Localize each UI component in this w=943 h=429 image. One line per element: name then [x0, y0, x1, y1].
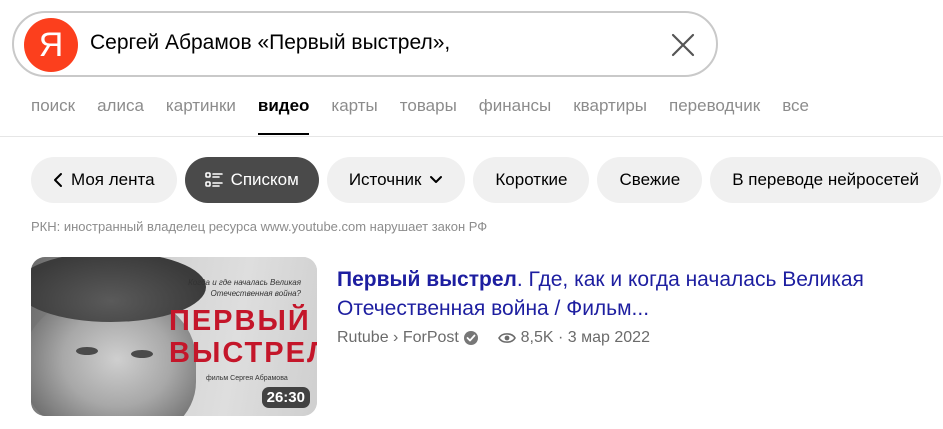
tab-video[interactable]: видео [257, 96, 309, 136]
fresh-chip[interactable]: Свежие [597, 157, 703, 203]
fresh-label: Свежие [619, 170, 681, 189]
tab-search[interactable]: поиск [31, 96, 75, 136]
my-feed-label: Моя лента [71, 170, 155, 189]
my-feed-chip[interactable]: Моя лента [31, 157, 177, 203]
short-chip[interactable]: Короткие [473, 157, 590, 203]
view-count: 8,5K [520, 329, 554, 346]
duration-badge: 26:30 [261, 387, 310, 408]
tabs-divider [0, 136, 943, 137]
tab-maps[interactable]: карты [331, 96, 377, 136]
video-meta: Rutube › ForPost 8,5K · 3 мар 2022 [337, 329, 650, 347]
search-bar[interactable]: Я Сергей Абрамов «Первый выстрел», [12, 11, 718, 77]
tab-realty[interactable]: квартиры [573, 96, 647, 136]
video-title-link[interactable]: Первый выстрел. Где, как и когда началас… [337, 265, 897, 323]
list-icon [204, 172, 223, 187]
tab-alice[interactable]: алиса [97, 96, 144, 136]
yandex-logo[interactable]: Я [24, 18, 78, 72]
search-input[interactable]: Сергей Абрамов «Первый выстрел», [90, 31, 450, 55]
source-chip[interactable]: Источник [326, 157, 466, 203]
eye-icon [498, 333, 517, 343]
source-label: Источник [348, 170, 422, 189]
list-view-label: Списком [230, 170, 299, 189]
thumbnail-title: ПЕРВЫЙ ВЫСТРЕЛ [169, 305, 317, 369]
translated-label: В переводе нейросетей [732, 170, 920, 189]
chevron-left-icon [54, 173, 62, 187]
thumbnail-credit: фильм Сергея Абрамова [206, 375, 288, 382]
verified-icon [464, 331, 479, 345]
tab-products[interactable]: товары [400, 96, 457, 136]
filter-chips: Моя лента Списком Источник Короткие Свеж… [31, 157, 943, 203]
portrait-eye [131, 350, 153, 358]
tab-all[interactable]: все [782, 96, 809, 136]
thumbnail-subtitle: Когда и где началась Великая Отечественн… [188, 278, 301, 298]
list-view-chip[interactable]: Списком [184, 157, 319, 203]
publish-date: 3 мар 2022 [567, 329, 650, 346]
chevron-down-icon [430, 176, 443, 183]
rkn-warning: РКН: иностранный владелец ресурса www.yo… [31, 219, 488, 234]
tab-images[interactable]: картинки [166, 96, 236, 136]
video-source[interactable]: Rutube › ForPost [337, 329, 459, 346]
video-title-bold: Первый выстрел [337, 268, 517, 291]
meta-separator: · [558, 329, 564, 346]
portrait-eye [76, 347, 98, 355]
search-tabs: поиск алиса картинки видео карты товары финанс… [31, 96, 831, 136]
translated-chip[interactable]: В переводе нейросетей [710, 157, 942, 203]
close-icon[interactable] [670, 32, 696, 58]
short-label: Короткие [495, 170, 568, 189]
tab-translator[interactable]: переводчик [669, 96, 760, 136]
tab-finance[interactable]: финансы [479, 96, 551, 136]
video-thumbnail[interactable]: Когда и где началась Великая Отечественн… [31, 257, 317, 416]
